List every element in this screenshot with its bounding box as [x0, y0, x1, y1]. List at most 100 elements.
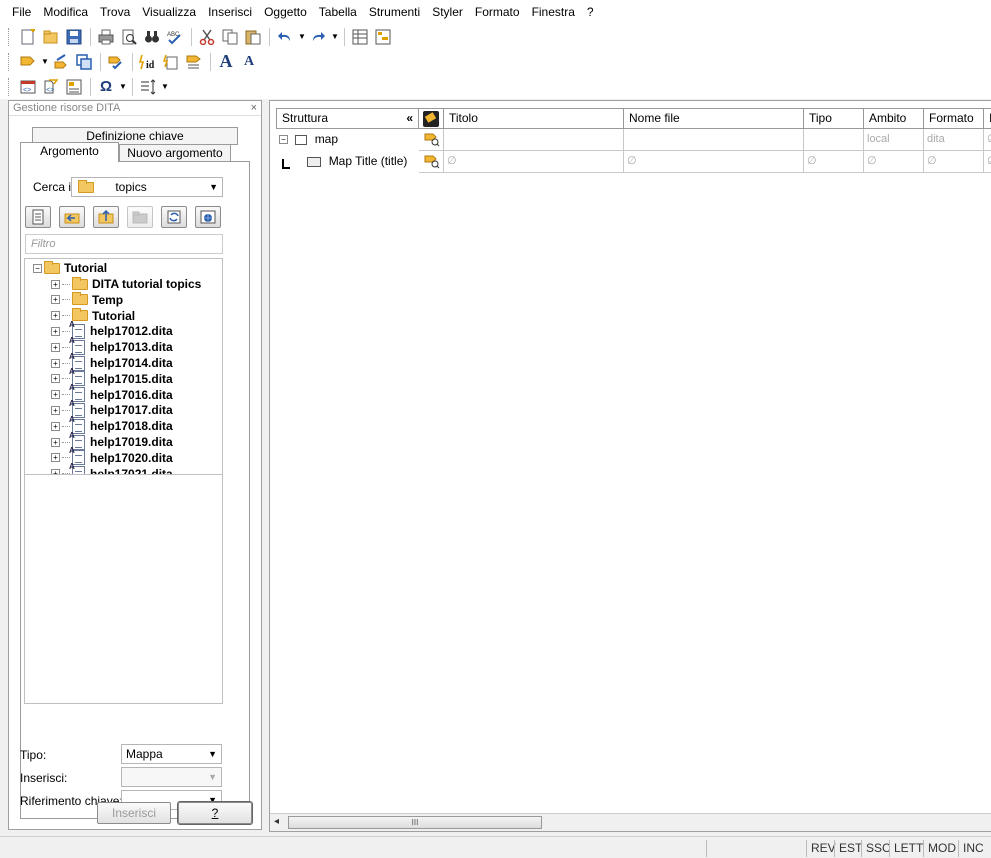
- tab-nuovo-argomento[interactable]: Nuovo argomento: [119, 144, 231, 162]
- column-nome-file[interactable]: Nome file: [624, 108, 804, 129]
- column-icon[interactable]: [419, 108, 444, 129]
- expand-icon[interactable]: +: [51, 295, 60, 305]
- menu-modifica[interactable]: Modifica: [37, 0, 94, 24]
- row-map-titolo[interactable]: [444, 129, 624, 151]
- row-map-nomefile[interactable]: [624, 129, 804, 151]
- horizontal-scrollbar[interactable]: ◂ III: [270, 813, 991, 831]
- panel-close-icon[interactable]: ×: [251, 101, 257, 116]
- table-view-icon[interactable]: [349, 26, 371, 48]
- menu-inserisci[interactable]: Inserisci: [202, 0, 258, 24]
- row-title-tipo[interactable]: ∅: [804, 151, 864, 173]
- tag-edit-icon[interactable]: [50, 51, 72, 73]
- row-title-titolo[interactable]: ∅: [444, 151, 624, 173]
- link-icon[interactable]: <>: [40, 76, 62, 98]
- font-larger-icon[interactable]: A: [215, 51, 237, 73]
- expand-icon[interactable]: +: [51, 342, 60, 352]
- menu-tabella[interactable]: Tabella: [313, 0, 363, 24]
- expand-icon[interactable]: +: [51, 453, 60, 463]
- view-list-button[interactable]: [25, 206, 51, 228]
- tipo-select[interactable]: Mappa ▼: [121, 744, 222, 764]
- column-tipo[interactable]: Tipo: [804, 108, 864, 129]
- collapse-column-icon[interactable]: «: [406, 109, 413, 128]
- xref-icon[interactable]: <>: [17, 76, 39, 98]
- row-map-ambito[interactable]: local: [864, 129, 924, 151]
- menu-styler[interactable]: Styler: [426, 0, 469, 24]
- cut-icon[interactable]: [196, 26, 218, 48]
- menu-formato[interactable]: Formato: [469, 0, 526, 24]
- expand-icon[interactable]: +: [51, 421, 60, 431]
- row-title-formato[interactable]: ∅: [924, 151, 984, 173]
- menu-file[interactable]: File: [6, 0, 37, 24]
- special-char-dropdown-icon[interactable]: ▼: [118, 76, 128, 98]
- spacing-icon[interactable]: [137, 76, 159, 98]
- scrollbar-thumb[interactable]: III: [288, 816, 542, 829]
- menu-finestra[interactable]: Finestra: [526, 0, 581, 24]
- copy-icon[interactable]: [219, 26, 241, 48]
- column-struttura[interactable]: Struttura «: [276, 108, 419, 129]
- paste-icon[interactable]: [242, 26, 264, 48]
- find-binoculars-icon[interactable]: [141, 26, 163, 48]
- special-char-icon[interactable]: Ω: [95, 76, 117, 98]
- tree-file[interactable]: + Ahelp17021.dita: [51, 462, 173, 474]
- validate-icon[interactable]: [105, 51, 127, 73]
- save-icon[interactable]: [63, 26, 85, 48]
- spacing-dropdown-icon[interactable]: ▼: [160, 76, 170, 98]
- column-ambito[interactable]: Ambito: [864, 108, 924, 129]
- font-smaller-icon[interactable]: A: [238, 51, 260, 73]
- help-button[interactable]: ?: [177, 801, 253, 825]
- expand-icon[interactable]: +: [51, 390, 60, 400]
- row-map-insert[interactable]: [419, 129, 444, 151]
- menu-trova[interactable]: Trova: [94, 0, 136, 24]
- element-box-icon[interactable]: [73, 51, 95, 73]
- row-map-structure[interactable]: − map: [276, 129, 419, 151]
- structure-view-icon[interactable]: [372, 26, 394, 48]
- menu-help[interactable]: ?: [581, 0, 600, 24]
- row-title-extra[interactable]: ∅: [984, 151, 991, 173]
- new-folder-button[interactable]: [127, 206, 153, 228]
- file-tree[interactable]: − Tutorial + DITA tutorial topics + Temp + Tu…: [24, 258, 223, 704]
- toolbar-grip[interactable]: [8, 27, 11, 46]
- row-title-insert[interactable]: [419, 151, 444, 173]
- row-map-extra[interactable]: ∅: [984, 129, 991, 151]
- row-title-structure[interactable]: Map Title (title): [276, 151, 419, 173]
- print-preview-icon[interactable]: [118, 26, 140, 48]
- tag-insert-icon[interactable]: [17, 51, 39, 73]
- toolbar-grip[interactable]: [8, 77, 11, 96]
- collapse-icon[interactable]: −: [279, 135, 288, 145]
- row-title-ambito[interactable]: ∅: [864, 151, 924, 173]
- collapse-icon[interactable]: −: [33, 263, 42, 273]
- print-icon[interactable]: [95, 26, 117, 48]
- spellcheck-icon[interactable]: ABC: [164, 26, 186, 48]
- web-browse-button[interactable]: [195, 206, 221, 228]
- image-insert-icon[interactable]: [63, 76, 85, 98]
- new-document-icon[interactable]: [17, 26, 39, 48]
- toolbar-grip[interactable]: [8, 52, 11, 71]
- inserisci-select[interactable]: ▼: [121, 767, 222, 787]
- back-button[interactable]: [59, 206, 85, 228]
- expand-icon[interactable]: +: [51, 279, 60, 289]
- expand-icon[interactable]: +: [51, 405, 60, 415]
- expand-icon[interactable]: +: [51, 469, 60, 474]
- open-folder-icon[interactable]: [40, 26, 62, 48]
- expand-icon[interactable]: +: [51, 437, 60, 447]
- tree-folder[interactable]: + Temp: [51, 292, 123, 308]
- tree-folder[interactable]: + DITA tutorial topics: [51, 276, 201, 292]
- tree-folder[interactable]: + Tutorial: [51, 308, 135, 324]
- attribute-icon[interactable]: [160, 51, 182, 73]
- expand-icon[interactable]: +: [51, 326, 60, 336]
- row-title-nomefile[interactable]: ∅: [624, 151, 804, 173]
- condition-icon[interactable]: [183, 51, 205, 73]
- up-folder-button[interactable]: [93, 206, 119, 228]
- expand-icon[interactable]: +: [51, 358, 60, 368]
- column-formato[interactable]: Formato: [924, 108, 984, 129]
- cerca-in-select[interactable]: topics ▼: [71, 177, 223, 197]
- row-map-formato[interactable]: dita: [924, 129, 984, 151]
- tab-argomento[interactable]: Argomento: [20, 142, 119, 162]
- column-extra[interactable]: I: [984, 108, 991, 129]
- inserisci-button[interactable]: Inserisci: [97, 802, 171, 824]
- undo-dropdown-icon[interactable]: ▼: [297, 26, 307, 48]
- expand-icon[interactable]: +: [51, 311, 60, 321]
- menu-strumenti[interactable]: Strumenti: [363, 0, 426, 24]
- tag-insert-dropdown-icon[interactable]: ▼: [40, 51, 50, 73]
- column-titolo[interactable]: Titolo: [444, 108, 624, 129]
